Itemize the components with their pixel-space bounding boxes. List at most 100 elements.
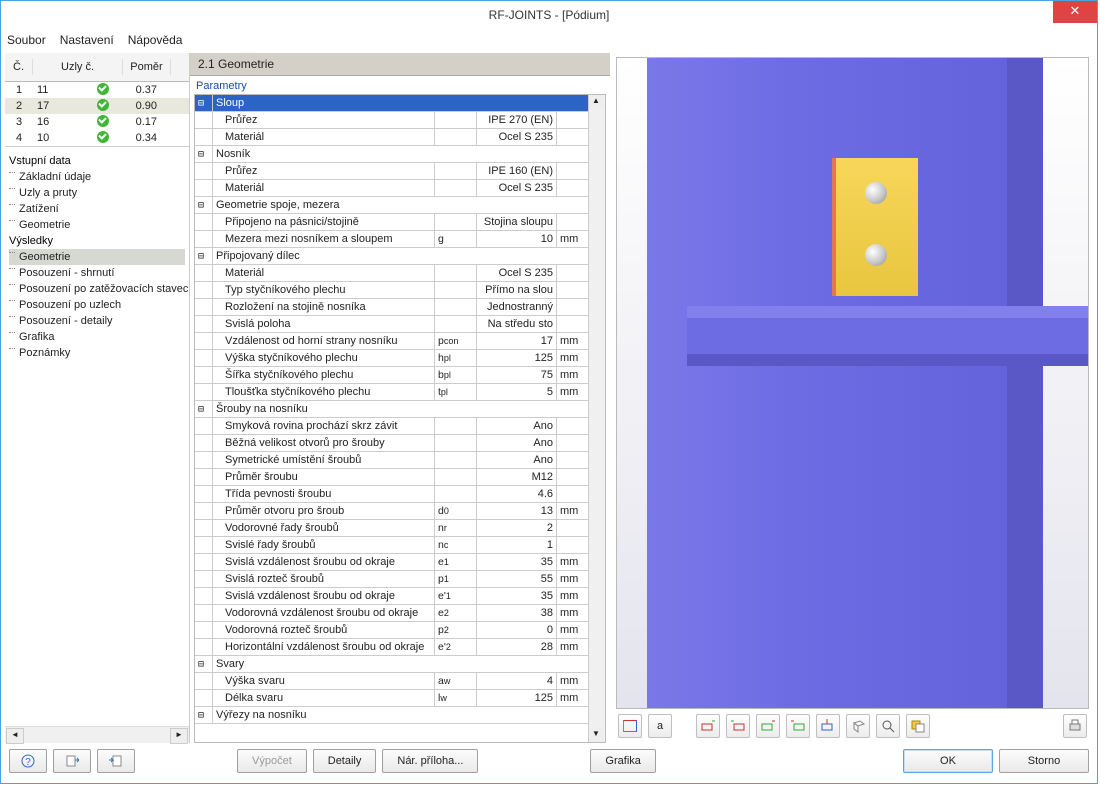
- param-scrollbar[interactable]: ▲ ▼: [588, 95, 605, 742]
- iso-icon[interactable]: [846, 714, 870, 738]
- tree-item[interactable]: Geometrie: [9, 249, 185, 265]
- scroll-up-icon[interactable]: ▲: [589, 95, 603, 109]
- param-row[interactable]: Délka svarulw125mm: [195, 690, 589, 707]
- 3d-viewport[interactable]: [616, 57, 1089, 709]
- tree-item[interactable]: Grafika: [9, 329, 185, 345]
- import-button[interactable]: [97, 749, 135, 773]
- tree-item[interactable]: Posouzení po uzlech: [9, 297, 185, 313]
- node-row[interactable]: 1110.37: [5, 82, 189, 98]
- param-row[interactable]: Rozložení na stojině nosníkaJednostranný: [195, 299, 589, 316]
- svg-text:?: ?: [25, 757, 31, 768]
- menu-bar: Soubor Nastavení Nápověda: [1, 29, 1097, 52]
- parameters-table[interactable]: ⊟SloupPrůřezIPE 270 (EN)MateriálOcel S 2…: [194, 94, 606, 743]
- col-idx: Č.: [5, 59, 33, 75]
- app-window: RF-JOINTS - [Pódium] ✕ Soubor Nastavení …: [0, 0, 1098, 784]
- menu-settings[interactable]: Nastavení: [60, 33, 114, 47]
- param-row[interactable]: MateriálOcel S 235: [195, 180, 589, 197]
- param-row[interactable]: Vodorovná vzdálenost šroubu od okrajee23…: [195, 605, 589, 622]
- title-bar: RF-JOINTS - [Pódium] ✕: [1, 0, 1097, 29]
- scroll-down-icon[interactable]: ▼: [589, 728, 603, 742]
- close-button[interactable]: ✕: [1053, 1, 1097, 23]
- cancel-button[interactable]: Storno: [999, 749, 1089, 773]
- tree-item[interactable]: Základní údaje: [9, 169, 185, 185]
- view-x-icon[interactable]: [696, 714, 720, 738]
- param-row[interactable]: Připojeno na pásnici/stojiněStojina slou…: [195, 214, 589, 231]
- param-group[interactable]: ⊟Připojovaný dílec: [195, 248, 589, 265]
- node-grid[interactable]: Č. Uzly č. Poměr 1110.372170.903160.1741…: [5, 53, 189, 147]
- scroll-left-icon[interactable]: ◄: [6, 728, 24, 744]
- view-z-icon[interactable]: [816, 714, 840, 738]
- param-row[interactable]: Vodorovná rozteč šroubůp20mm: [195, 622, 589, 639]
- param-row[interactable]: Svislá vzdálenost šroubu od okrajee135mm: [195, 554, 589, 571]
- param-group[interactable]: ⊟Nosník: [195, 146, 589, 163]
- dim-icon[interactable]: a: [648, 714, 672, 738]
- param-row[interactable]: PrůřezIPE 270 (EN): [195, 112, 589, 129]
- tree-item[interactable]: Geometrie: [9, 217, 185, 233]
- param-row[interactable]: MateriálOcel S 235: [195, 129, 589, 146]
- param-row[interactable]: Svislá polohaNa středu sto: [195, 316, 589, 333]
- graphics-button[interactable]: Grafika: [590, 749, 655, 773]
- param-row[interactable]: Vzdálenost od horní strany nosníkupcon17…: [195, 333, 589, 350]
- ok-icon: [97, 99, 109, 111]
- tree-item[interactable]: Poznámky: [9, 345, 185, 361]
- view-toolbar: a: [616, 709, 1089, 739]
- param-group[interactable]: ⊟Výřezy na nosníku: [195, 707, 589, 724]
- view-ny-icon[interactable]: [786, 714, 810, 738]
- param-row[interactable]: Smyková rovina prochází skrz závitAno: [195, 418, 589, 435]
- window-title: RF-JOINTS - [Pódium]: [489, 8, 610, 22]
- ok-icon: [97, 83, 109, 95]
- tree-item[interactable]: Posouzení po zatěžovacích stavech: [9, 281, 185, 297]
- param-row[interactable]: Šířka styčníkového plechubpl75mm: [195, 367, 589, 384]
- param-row[interactable]: Svislé řady šroubůnc1: [195, 537, 589, 554]
- graphics-pane: a: [610, 53, 1093, 743]
- param-group[interactable]: ⊟Geometrie spoje, mezera: [195, 197, 589, 214]
- param-row[interactable]: Tloušťka styčníkového plechutpl5mm: [195, 384, 589, 401]
- ok-icon: [97, 131, 109, 143]
- param-row[interactable]: Svislá vzdálenost šroubu od okrajee'135m…: [195, 588, 589, 605]
- calculate-button[interactable]: Výpočet: [237, 749, 307, 773]
- param-row[interactable]: Výška svaruaw4mm: [195, 673, 589, 690]
- param-row[interactable]: Mezera mezi nosníkem a sloupemg10mm: [195, 231, 589, 248]
- view-nx-icon[interactable]: [726, 714, 750, 738]
- param-row[interactable]: Svislá rozteč šroubůp155mm: [195, 571, 589, 588]
- node-row[interactable]: 3160.17: [5, 114, 189, 130]
- tree-item[interactable]: Posouzení - detaily: [9, 313, 185, 329]
- param-row[interactable]: Vodorovné řady šroubůnr2: [195, 520, 589, 537]
- tree-item[interactable]: Posouzení - shrnutí: [9, 265, 185, 281]
- print-icon[interactable]: [1063, 714, 1087, 738]
- node-row[interactable]: 4100.34: [5, 130, 189, 146]
- left-pane: Č. Uzly č. Poměr 1110.372170.903160.1741…: [5, 53, 190, 743]
- bolt-icon: [865, 244, 887, 266]
- tree-item[interactable]: Zatížení: [9, 201, 185, 217]
- param-row[interactable]: Průměr šroubuM12: [195, 469, 589, 486]
- ok-button[interactable]: OK: [903, 749, 993, 773]
- param-group[interactable]: ⊟Šrouby na nosníku: [195, 401, 589, 418]
- param-row[interactable]: Průměr otvoru pro šroubd013mm: [195, 503, 589, 520]
- param-row[interactable]: Typ styčníkového plechuPřímo na slou: [195, 282, 589, 299]
- param-row[interactable]: Běžná velikost otvorů pro šroubyAno: [195, 435, 589, 452]
- tree-item[interactable]: Uzly a pruty: [9, 185, 185, 201]
- national-annex-button[interactable]: Nár. příloha...: [382, 749, 478, 773]
- axes-icon[interactable]: [618, 714, 642, 738]
- param-row[interactable]: Horizontální vzdálenost šroubu od okraje…: [195, 639, 589, 656]
- scroll-right-icon[interactable]: ►: [170, 728, 188, 744]
- export-button[interactable]: [53, 749, 91, 773]
- navigator-tree[interactable]: Vstupní data Základní údajeUzly a prutyZ…: [5, 147, 189, 726]
- help-button[interactable]: ?: [9, 749, 47, 773]
- zoom-icon[interactable]: [876, 714, 900, 738]
- param-row[interactable]: PrůřezIPE 160 (EN): [195, 163, 589, 180]
- layers-icon[interactable]: [906, 714, 930, 738]
- menu-file[interactable]: Soubor: [7, 33, 46, 47]
- param-group[interactable]: ⊟Sloup: [195, 95, 589, 112]
- fin-plate: [832, 158, 918, 296]
- left-scrollbar[interactable]: ◄ ►: [5, 726, 189, 743]
- node-row[interactable]: 2170.90: [5, 98, 189, 114]
- view-y-icon[interactable]: [756, 714, 780, 738]
- param-row[interactable]: MateriálOcel S 235: [195, 265, 589, 282]
- param-row[interactable]: Výška styčníkového plechuhpl125mm: [195, 350, 589, 367]
- param-row[interactable]: Symetrické umístění šroubůAno: [195, 452, 589, 469]
- menu-help[interactable]: Nápověda: [128, 33, 183, 47]
- param-row[interactable]: Třída pevnosti šroubu4.6: [195, 486, 589, 503]
- param-group[interactable]: ⊟Svary: [195, 656, 589, 673]
- details-button[interactable]: Detaily: [313, 749, 377, 773]
